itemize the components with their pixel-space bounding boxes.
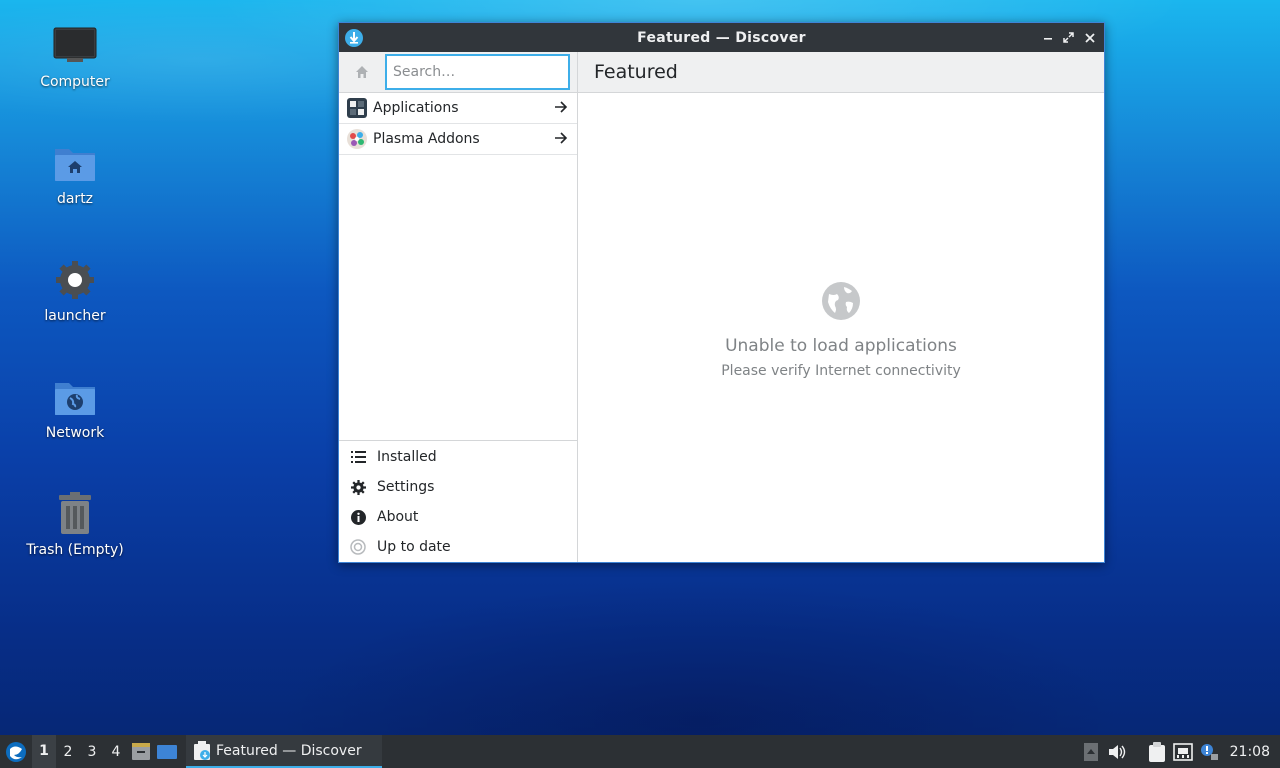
update-icon xyxy=(350,539,366,555)
gear-icon xyxy=(51,256,99,304)
main-panel: Featured Unable to load applications Ple… xyxy=(578,52,1104,562)
window-title: Featured — Discover xyxy=(637,29,806,46)
maximize-button[interactable] xyxy=(1060,29,1077,46)
taskbar: 1 2 3 4 Featured — Discover 21:08 xyxy=(0,735,1280,768)
task-discover[interactable]: Featured — Discover xyxy=(186,735,382,768)
desktop-icon xyxy=(157,744,177,759)
action-label: Installed xyxy=(377,449,437,465)
action-up-to-date[interactable]: Up to date xyxy=(339,532,577,562)
start-menu-button[interactable] xyxy=(0,735,32,768)
empty-message: Unable to load applications xyxy=(725,336,957,356)
discover-task-icon xyxy=(192,740,212,761)
desktop-icon-label: launcher xyxy=(44,308,106,324)
home-folder-icon xyxy=(51,139,99,187)
clipboard-icon[interactable] xyxy=(1144,735,1170,768)
empty-submessage: Please verify Internet connectivity xyxy=(721,363,961,379)
desktop-icon-label: Trash (Empty) xyxy=(26,542,124,558)
desktop-switch-4[interactable]: 4 xyxy=(104,744,128,760)
minimize-button[interactable] xyxy=(1039,29,1056,46)
discover-window: Featured — Discover Search… Applications… xyxy=(338,22,1105,563)
sidebar-item-applications[interactable]: Applications xyxy=(339,93,577,124)
desktop-icon-label: Network xyxy=(45,425,105,441)
home-icon xyxy=(356,66,368,78)
desktop-switch-3[interactable]: 3 xyxy=(80,744,104,760)
window-titlebar[interactable]: Featured — Discover xyxy=(339,23,1104,52)
action-label: About xyxy=(377,509,419,525)
applications-icon xyxy=(347,98,367,118)
desktop-icon-computer[interactable]: Computer xyxy=(15,22,135,90)
arrow-right-icon xyxy=(554,131,568,149)
desktop-switch-1[interactable]: 1 xyxy=(32,735,56,768)
notification-icon[interactable] xyxy=(1196,735,1222,768)
network-icon[interactable] xyxy=(1170,735,1196,768)
empty-state: Unable to load applications Please verif… xyxy=(578,282,1104,379)
desktop-icon-home[interactable]: dartz xyxy=(15,139,135,207)
action-about[interactable]: About xyxy=(339,502,577,532)
file-manager-icon xyxy=(132,742,150,760)
trash-icon xyxy=(51,490,99,538)
volume-icon[interactable] xyxy=(1104,735,1130,768)
action-label: Up to date xyxy=(377,539,451,555)
desktop-icon-launcher[interactable]: launcher xyxy=(15,256,135,324)
desktop-icon-label: Computer xyxy=(40,74,110,90)
monitor-icon xyxy=(51,22,99,70)
sidebar: Applications Plasma Addons xyxy=(339,52,578,562)
sidebar-item-label: Plasma Addons xyxy=(373,131,480,147)
close-button[interactable] xyxy=(1081,29,1098,46)
plasma-addons-icon xyxy=(347,129,367,149)
clock[interactable]: 21:08 xyxy=(1222,744,1280,760)
tray-expand-button[interactable] xyxy=(1078,735,1104,768)
home-button[interactable] xyxy=(339,52,385,92)
task-label: Featured — Discover xyxy=(216,742,362,759)
action-installed[interactable]: Installed xyxy=(339,442,577,472)
desktop-switch-2[interactable]: 2 xyxy=(56,744,80,760)
sidebar-item-plasma-addons[interactable]: Plasma Addons xyxy=(339,124,577,155)
page-title: Featured xyxy=(578,52,1104,93)
search-input[interactable] xyxy=(385,54,570,90)
desktop-icon-trash[interactable]: Trash (Empty) xyxy=(15,490,135,558)
list-icon xyxy=(350,449,366,465)
gear-icon xyxy=(350,479,366,495)
action-settings[interactable]: Settings xyxy=(339,472,577,502)
file-manager-launcher[interactable] xyxy=(128,735,154,768)
lubuntu-logo-icon xyxy=(6,741,26,762)
desktop-icon-label: dartz xyxy=(56,191,94,207)
action-label: Settings xyxy=(377,479,435,495)
network-folder-icon xyxy=(51,373,99,421)
desktop-icon-network[interactable]: Network xyxy=(15,373,135,441)
arrow-right-icon xyxy=(554,100,568,118)
show-desktop-button[interactable] xyxy=(154,735,180,768)
sidebar-item-label: Applications xyxy=(373,100,459,116)
globe-icon xyxy=(578,282,1104,320)
info-icon xyxy=(350,509,366,525)
